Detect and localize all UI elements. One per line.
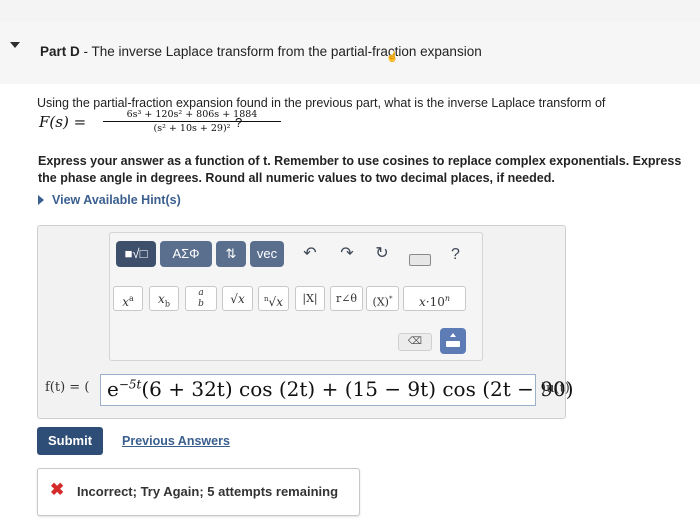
answer-suffix: )u(t)	[541, 381, 570, 396]
math-keyboard-icon[interactable]	[440, 328, 466, 354]
view-hints-link[interactable]: View Available Hint(s)	[38, 193, 181, 207]
answer-body: (6 + 32t) cos (2t) + (15 − 9t) cos (2t −…	[141, 377, 574, 401]
previous-answers-link[interactable]: Previous Answers	[122, 434, 230, 448]
greek-symbols-button[interactable]: ΑΣΦ	[160, 241, 212, 267]
hint-label: View Available Hint(s)	[52, 193, 181, 207]
formula-fraction: 6s³ + 120s² + 806s + 1884 (s² + 10s + 29…	[103, 109, 281, 134]
collapse-chevron-icon[interactable]	[10, 42, 20, 48]
redo-icon[interactable]: ↷	[337, 243, 357, 263]
part-title[interactable]: Part D - The inverse Laplace transform f…	[40, 44, 482, 59]
subscript-button[interactable]: xb	[149, 286, 179, 311]
polar-button[interactable]: r∠θ	[330, 286, 363, 311]
help-icon[interactable]: ?	[451, 246, 460, 264]
answer-instructions: Express your answer as a function of t. …	[38, 154, 682, 185]
top-strip	[0, 0, 700, 22]
keyboard-icon[interactable]	[409, 254, 431, 266]
formula-question-mark: ?	[235, 115, 243, 130]
vec-button[interactable]: vec	[250, 241, 284, 267]
formula-numerator: 6s³ + 120s² + 806s + 1884	[103, 109, 281, 122]
expand-triangle-icon	[38, 195, 44, 205]
answer-label: f(t) = (	[45, 380, 90, 395]
feedback-box: ✖ Incorrect; Try Again; 5 attempts remai…	[37, 468, 360, 516]
formula-denominator: (s² + 10s + 29)²	[153, 123, 231, 134]
part-title-text: - The inverse Laplace transform from the…	[79, 44, 482, 59]
delete-button[interactable]: ⌫	[398, 333, 432, 351]
conjugate-button[interactable]: (X)*	[366, 286, 399, 311]
answer-exp-power: −5t	[118, 377, 142, 392]
templates-button[interactable]: ■√□	[116, 241, 156, 267]
submit-button[interactable]: Submit	[37, 427, 103, 455]
fraction-button[interactable]: ab	[185, 286, 217, 311]
incorrect-icon: ✖	[50, 480, 65, 499]
part-label: Part D	[40, 44, 80, 59]
reset-icon[interactable]: ↻	[372, 243, 392, 263]
answer-exp-base: e	[107, 377, 119, 401]
formula-lhs: F(s) =	[39, 113, 87, 131]
undo-icon[interactable]: ↶	[300, 243, 320, 263]
sqrt-button[interactable]: √x	[222, 286, 253, 311]
superscript-button[interactable]: xa	[113, 286, 143, 311]
sci-notation-button[interactable]: x·10n	[403, 286, 466, 311]
feedback-text: Incorrect; Try Again; 5 attempts remaini…	[77, 484, 339, 499]
question-text: Using the partial-fraction expansion fou…	[37, 96, 606, 110]
mouse-cursor-icon: ☝	[386, 52, 399, 63]
nth-root-button[interactable]: n√x	[258, 286, 289, 311]
answer-expression[interactable]: e−5t(6 + 32t) cos (2t) + (15 − 9t) cos (…	[107, 377, 574, 401]
arrows-button[interactable]: ⇅	[216, 241, 246, 267]
abs-button[interactable]: |X|	[295, 286, 325, 311]
